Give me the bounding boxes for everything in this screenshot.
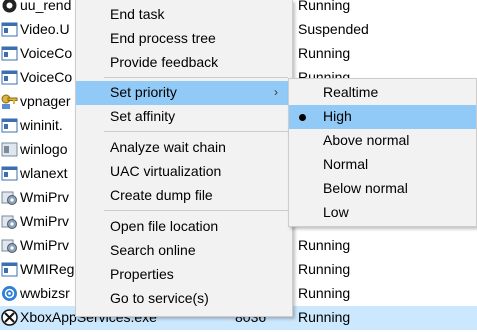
menu-item-analyze-wait-chain[interactable]: Analyze wait chain — [76, 136, 292, 160]
menu-item-label: Provide feedback — [110, 54, 219, 70]
gear-icon — [1, 215, 17, 229]
priority-label: Low — [323, 204, 349, 220]
process-name: WmiPrv — [20, 237, 69, 253]
process-status: Suspended — [298, 21, 369, 37]
process-name: wininit. — [20, 117, 63, 133]
priority-label: Below normal — [323, 180, 408, 196]
menu-item-label: Create dump file — [110, 187, 213, 203]
process-status: Running — [298, 285, 351, 301]
app-window-icon — [1, 118, 18, 133]
menu-separator — [104, 77, 288, 78]
process-status: Running — [298, 261, 351, 277]
app-window-icon — [1, 46, 18, 61]
priority-label: Realtime — [323, 84, 379, 100]
menu-item-properties[interactable]: Properties — [76, 263, 292, 287]
app-window-icon — [1, 142, 18, 157]
priority-low[interactable]: Low — [289, 201, 476, 225]
gear-icon — [1, 239, 17, 253]
menu-item-label: Search online — [110, 242, 196, 258]
priority-below-normal[interactable]: Below normal — [289, 177, 476, 201]
process-name: winlogo — [20, 141, 68, 157]
app-window-icon — [1, 70, 18, 85]
menu-item-set-affinity[interactable]: Set affinity — [76, 105, 292, 129]
xbox-icon — [1, 309, 18, 326]
menu-item-label: End process tree — [110, 30, 216, 46]
menu-item-go-to-services[interactable]: Go to service(s) — [76, 287, 292, 311]
priority-label: Normal — [323, 156, 369, 172]
process-name: wwbizsr — [20, 285, 70, 301]
app-window-icon — [1, 22, 18, 37]
process-context-menu: End task End process tree Provide feedba… — [75, 0, 293, 317]
menu-item-search-online[interactable]: Search online — [76, 239, 292, 263]
menu-item-set-priority[interactable]: Set priority › — [76, 81, 292, 105]
menu-item-label: UAC virtualization — [110, 163, 222, 179]
process-status: Running — [298, 0, 351, 13]
menu-item-provide-feedback[interactable]: Provide feedback — [76, 51, 292, 75]
menu-item-label: Analyze wait chain — [110, 139, 226, 155]
menu-item-label: Set affinity — [110, 108, 176, 124]
process-status: Running — [298, 237, 351, 253]
key-icon — [1, 94, 18, 109]
globe-icon — [2, 286, 17, 301]
menu-item-label: Set priority — [110, 84, 177, 100]
process-status: Running — [298, 309, 351, 325]
menu-item-label: End task — [110, 6, 165, 22]
menu-item-create-dump-file[interactable]: Create dump file — [76, 184, 292, 208]
priority-high[interactable]: High — [289, 105, 476, 129]
app-window-icon — [2, 0, 17, 13]
menu-item-uac-virtualization[interactable]: UAC virtualization — [76, 160, 292, 184]
process-name: VoiceCo — [20, 45, 73, 61]
menu-separator — [104, 131, 288, 132]
priority-realtime[interactable]: Realtime — [289, 81, 476, 105]
priority-submenu: Realtime High Above normal Normal Below … — [288, 78, 477, 227]
process-name: WMIReg — [20, 261, 74, 277]
priority-above-normal[interactable]: Above normal — [289, 129, 476, 153]
priority-label: High — [323, 108, 352, 124]
chevron-right-icon: › — [274, 85, 278, 99]
process-name: uu_rend — [20, 0, 72, 13]
app-window-icon — [1, 166, 18, 181]
menu-item-open-file-location[interactable]: Open file location — [76, 215, 292, 239]
process-status: Running — [298, 45, 351, 61]
menu-item-end-process-tree[interactable]: End process tree — [76, 27, 292, 51]
process-name: wlanext — [20, 165, 68, 181]
menu-item-label: Open file location — [110, 218, 219, 234]
menu-item-end-task[interactable]: End task — [76, 3, 292, 27]
priority-normal[interactable]: Normal — [289, 153, 476, 177]
process-name: vpnager — [20, 93, 71, 109]
menu-item-label: Properties — [110, 266, 174, 282]
app-window-icon — [1, 262, 18, 277]
gear-icon — [1, 191, 17, 205]
process-name: WmiPrv — [20, 189, 69, 205]
menu-item-label: Go to service(s) — [110, 290, 209, 306]
menu-separator — [104, 210, 288, 211]
process-name: WmiPrv — [20, 213, 69, 229]
selected-bullet-icon — [299, 114, 306, 121]
process-name: VoiceCo — [20, 69, 73, 85]
priority-label: Above normal — [323, 132, 410, 148]
process-name: Video.U — [20, 21, 70, 37]
